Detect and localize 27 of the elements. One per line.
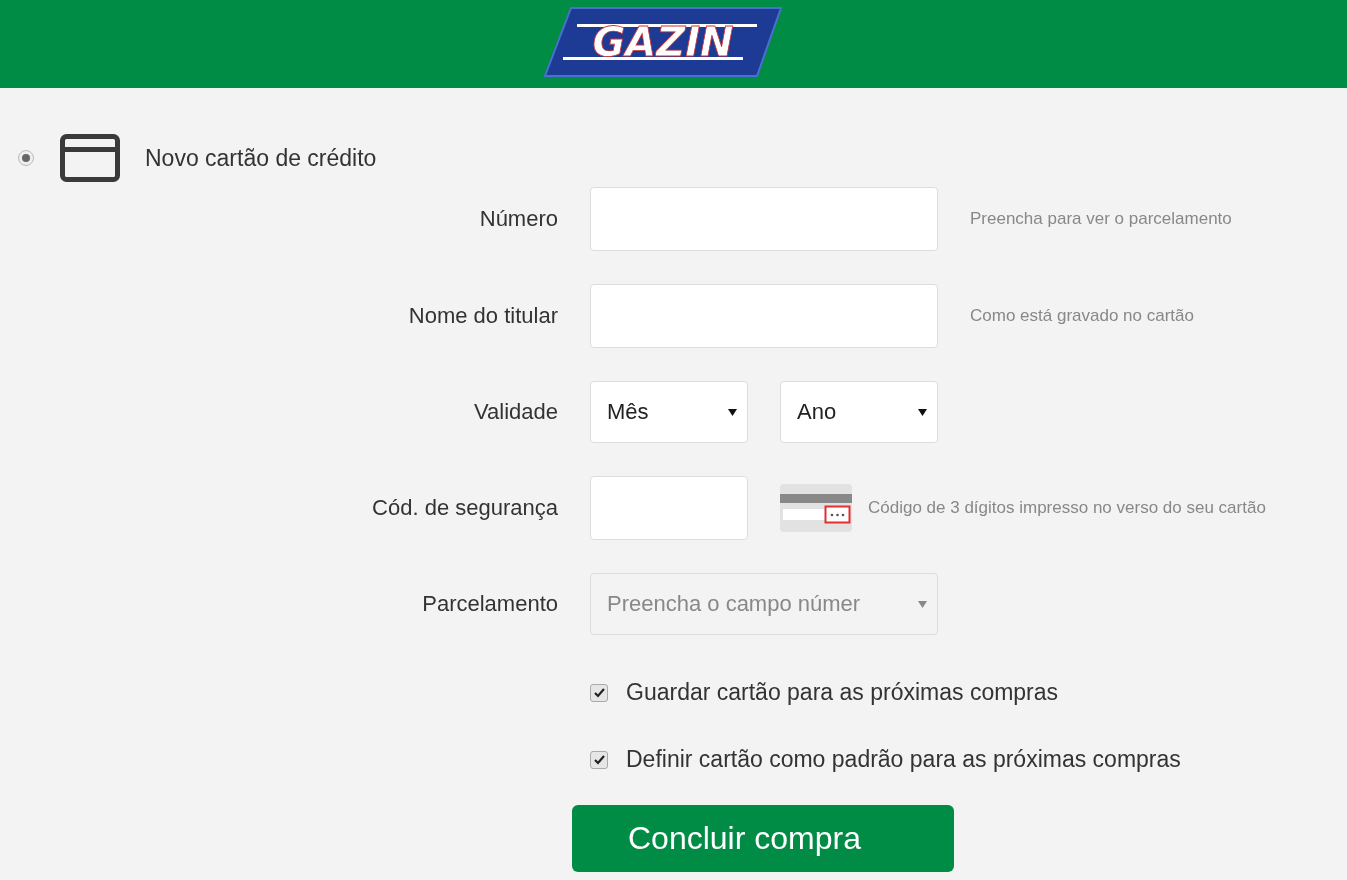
field-label: Parcelamento	[422, 591, 558, 617]
checkbox-label: Guardar cartão para as próximas compras	[626, 679, 1059, 706]
submit-button[interactable]: Concluir compra	[572, 805, 954, 872]
radio-button[interactable]	[18, 150, 34, 166]
checkbox-label: Definir cartão como padrão para as próximas compras	[626, 746, 1181, 773]
check-icon	[593, 687, 605, 698]
field-label: Validade	[474, 399, 558, 425]
text-field[interactable]	[590, 187, 938, 251]
option-label: Novo cartão de crédito	[145, 144, 377, 172]
check-icon	[593, 754, 605, 765]
field-hint: Como está gravado no cartão	[970, 306, 1194, 326]
field-label: Nome do titular	[408, 303, 558, 329]
field-label: Cód. de segurança	[372, 495, 558, 521]
caret-icon	[728, 408, 737, 416]
field-hint: Preencha para ver o parcelamento	[970, 209, 1232, 229]
checkbox[interactable]	[590, 683, 608, 702]
checkbox[interactable]	[590, 750, 608, 769]
field-hint: Código de 3 dígitos impresso no verso do seu cartão	[868, 498, 1266, 518]
select-field[interactable]: Ano	[780, 381, 938, 443]
field-label: Número	[479, 206, 558, 232]
card-back-icon	[780, 484, 852, 532]
caret-icon	[918, 408, 927, 416]
caret-icon	[918, 600, 927, 608]
credit-card-icon	[60, 134, 120, 182]
security-code-field[interactable]	[590, 476, 748, 540]
text-field[interactable]	[590, 284, 938, 348]
select-field[interactable]: Mês	[590, 381, 748, 443]
